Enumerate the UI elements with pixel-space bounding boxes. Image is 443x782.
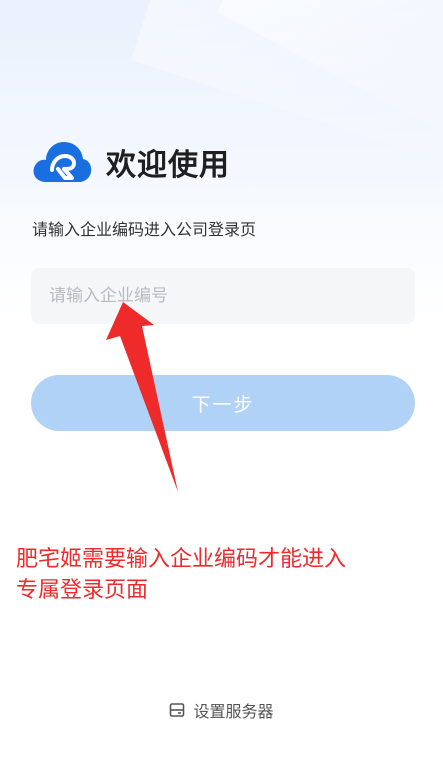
server-settings-label: 设置服务器: [193, 702, 274, 721]
annotation-line: 专属登录页面: [16, 578, 149, 603]
annotation-line: 肥宅姬需要输入企业编码才能进入: [16, 547, 347, 572]
cloud-logo-icon: [33, 142, 92, 182]
next-step-button[interactable]: 下一步: [31, 375, 415, 431]
company-code-input[interactable]: [47, 285, 399, 307]
header: 欢迎使用: [32, 138, 230, 186]
server-settings-link[interactable]: 设置服务器: [0, 698, 443, 722]
subtitle: 请输入企业编码进入公司登录页: [32, 220, 257, 239]
company-code-field[interactable]: [31, 268, 415, 324]
annotation-text: 肥宅姬需要输入企业编码才能进入 专属登录页面: [16, 544, 416, 606]
server-icon: [170, 703, 185, 717]
welcome-title: 欢迎使用: [106, 148, 230, 183]
